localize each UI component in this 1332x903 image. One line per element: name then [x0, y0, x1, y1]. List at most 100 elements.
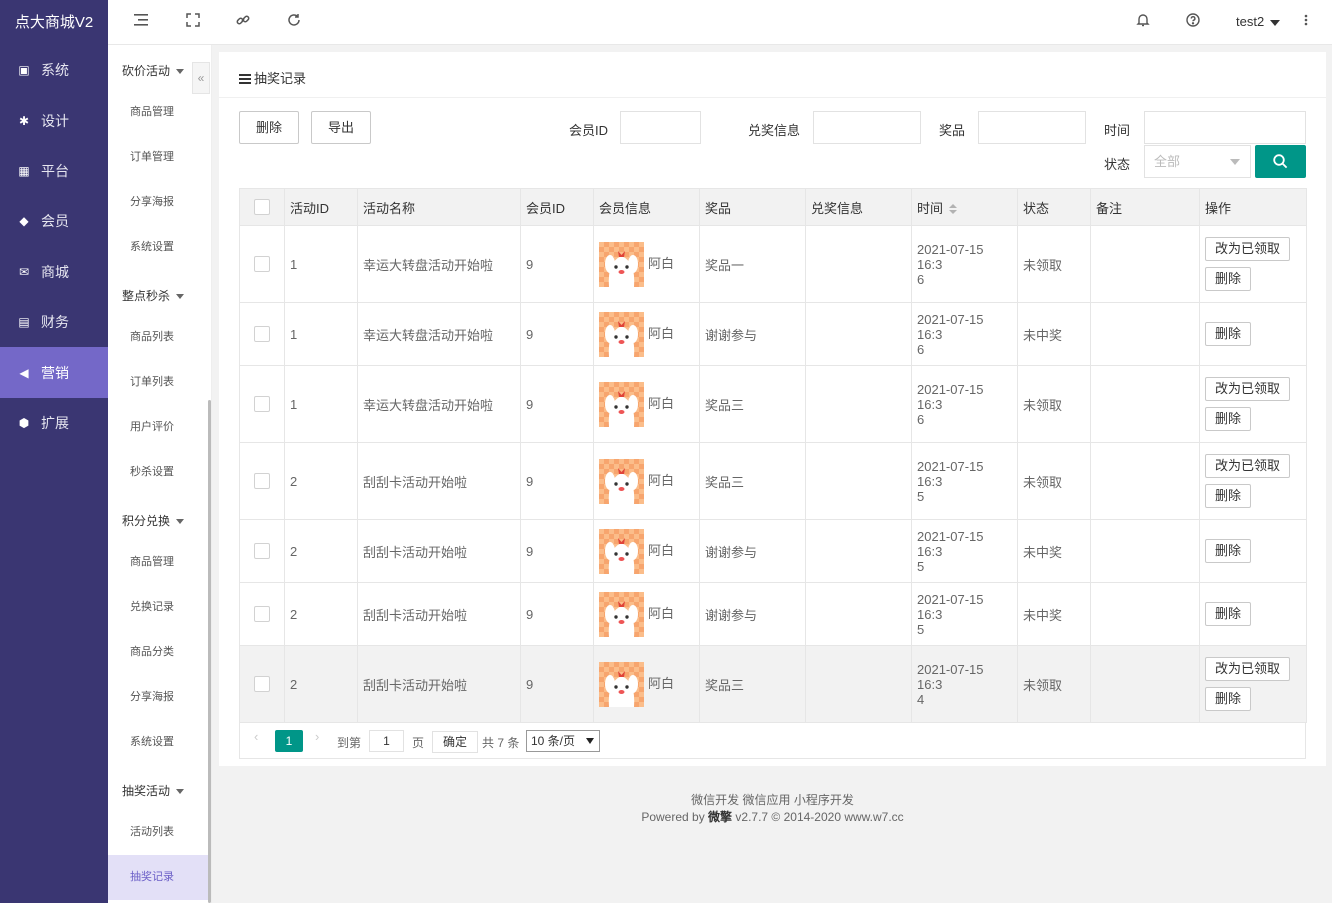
- fullscreen-icon[interactable]: [184, 13, 202, 31]
- remark-cell: [1090, 225, 1200, 303]
- mark-received-button[interactable]: 改为已领取: [1205, 237, 1291, 261]
- time-line-1: 2021-07-15 16:3: [917, 591, 984, 622]
- sub-nav-group-title: 抽奖活动: [122, 784, 171, 798]
- row-delete-button[interactable]: 删除: [1205, 687, 1252, 711]
- collapse-sidebar-button[interactable]: «: [192, 62, 210, 94]
- actions-cell: 改为已领取 删除: [1199, 442, 1307, 520]
- prize-cell: 奖品三: [699, 365, 806, 443]
- row-checkbox[interactable]: [254, 543, 270, 560]
- sub-nav-item[interactable]: 用户评价: [108, 405, 211, 450]
- sub-nav-item[interactable]: 订单管理: [108, 135, 211, 180]
- sub-nav-item[interactable]: 商品分类: [108, 630, 211, 675]
- sub-nav-group[interactable]: 整点秒杀: [108, 270, 211, 315]
- pagination: ‹ 1 › 到第 1 页 确定 共 7 条 10 条/页: [239, 723, 1306, 759]
- search-button[interactable]: [1255, 145, 1306, 178]
- row-checkbox[interactable]: [254, 256, 270, 273]
- sub-nav-item[interactable]: 系统设置: [108, 225, 211, 270]
- nav-item-2[interactable]: ▦ 平台: [0, 146, 108, 196]
- sub-nav-item[interactable]: 订单列表: [108, 360, 211, 405]
- goto-confirm-button[interactable]: 确定: [432, 731, 479, 753]
- sort-icon[interactable]: [949, 204, 958, 215]
- sub-nav-item[interactable]: 兑换记录: [108, 585, 211, 630]
- nav-item-6[interactable]: ◀ 营销: [0, 347, 108, 398]
- row-checkbox[interactable]: [254, 396, 270, 413]
- select-all-checkbox[interactable]: [254, 199, 270, 216]
- actions-cell: 改为已领取 删除: [1199, 365, 1307, 443]
- sub-nav-item[interactable]: 抽奖记录: [108, 855, 211, 900]
- brand-logo[interactable]: 点大商城V2: [0, 0, 108, 45]
- page-size-select[interactable]: 10 条/页: [526, 730, 600, 752]
- sub-nav-item[interactable]: 系统设置: [108, 720, 211, 765]
- page-1-button[interactable]: 1: [275, 730, 303, 752]
- time-line-2: 6: [917, 271, 925, 287]
- nav-item-1[interactable]: ✱ 设计: [0, 95, 108, 145]
- sub-nav-item[interactable]: 商品管理: [108, 540, 211, 585]
- nav-item-7[interactable]: ⬢ 扩展: [0, 398, 108, 448]
- sub-nav-group[interactable]: 积分兑换: [108, 495, 211, 540]
- nav-item-0[interactable]: ▣ 系统: [0, 45, 108, 95]
- bell-icon[interactable]: [1134, 13, 1152, 31]
- export-button[interactable]: 导出: [311, 111, 371, 144]
- footer-links-text[interactable]: 微信开发 微信应用 小程序开发: [691, 793, 854, 807]
- time-line-2: 6: [917, 411, 925, 427]
- more-icon[interactable]: [1297, 13, 1315, 31]
- row-checkbox[interactable]: [254, 326, 270, 343]
- mark-received-button[interactable]: 改为已领取: [1205, 454, 1291, 478]
- nav-item-4[interactable]: ✉ 商城: [0, 247, 108, 297]
- activity-name-cell: 刮刮卡活动开始啦: [357, 645, 521, 723]
- row-delete-button[interactable]: 删除: [1205, 484, 1252, 508]
- nav-item-5[interactable]: ▤ 财务: [0, 297, 108, 347]
- row-delete-button[interactable]: 删除: [1205, 539, 1252, 563]
- sub-nav-item[interactable]: 分享海报: [108, 675, 211, 720]
- exchange-info-input[interactable]: [813, 111, 921, 144]
- activity-id-cell: 1: [284, 302, 358, 366]
- menu-toggle-icon[interactable]: [133, 13, 151, 31]
- prize-cell: 谢谢参与: [699, 302, 806, 366]
- page-number-input[interactable]: 1: [369, 730, 404, 752]
- next-page-icon[interactable]: ›: [315, 729, 319, 744]
- grid-icon: ▦: [18, 163, 30, 178]
- sub-nav-group[interactable]: 抽奖活动: [108, 765, 211, 810]
- row-checkbox[interactable]: [254, 473, 270, 490]
- status-select[interactable]: 全部: [1144, 145, 1251, 178]
- row-checkbox[interactable]: [254, 606, 270, 623]
- row-delete-button[interactable]: 删除: [1205, 602, 1252, 626]
- sub-sidebar-scrollbar[interactable]: [208, 400, 211, 903]
- user-menu[interactable]: test2: [1236, 14, 1281, 29]
- footer-brand[interactable]: 微擎: [708, 810, 732, 824]
- table-row: 2 刮刮卡活动开始啦 9 阿白 谢谢参与 2021-07-15 16:3 5 未中奖 删除: [239, 582, 1307, 646]
- col-time[interactable]: 时间: [911, 188, 1018, 226]
- member-id-cell: 9: [520, 302, 594, 366]
- member-id-cell: 9: [520, 442, 594, 520]
- link-icon[interactable]: [234, 13, 252, 31]
- sub-nav-item[interactable]: 活动列表: [108, 810, 211, 855]
- mark-received-button[interactable]: 改为已领取: [1205, 377, 1291, 401]
- refresh-icon[interactable]: [285, 13, 303, 31]
- main-nav: ▣ 系统 ✱ 设计 ▦ 平台 ◆ 会员 ✉ 商城 ▤ 财务 ◀ 营销 ⬢ 扩展: [0, 45, 108, 448]
- time-input[interactable]: [1144, 111, 1306, 144]
- sub-nav-item[interactable]: 商品管理: [108, 90, 211, 135]
- nav-item-3[interactable]: ◆ 会员: [0, 196, 108, 246]
- row-delete-button[interactable]: 删除: [1205, 322, 1252, 346]
- row-checkbox[interactable]: [254, 676, 270, 693]
- member-id-input[interactable]: [620, 111, 701, 144]
- sub-nav-item[interactable]: 分享海报: [108, 180, 211, 225]
- help-icon[interactable]: [1184, 13, 1202, 31]
- sub-nav-item[interactable]: 秒杀设置: [108, 450, 211, 495]
- row-delete-button[interactable]: 删除: [1205, 407, 1252, 431]
- mark-received-button[interactable]: 改为已领取: [1205, 657, 1291, 681]
- time-line-1: 2021-07-15 16:3: [917, 661, 984, 692]
- row-delete-button[interactable]: 删除: [1205, 267, 1252, 291]
- page-size-value: 10 条/页: [531, 734, 576, 748]
- member-name: 阿白: [648, 605, 675, 621]
- records-table: 活动ID 活动名称 会员ID 会员信息 奖品 兑奖信息 时间 状态 备注 操作 …: [239, 188, 1307, 723]
- delete-button[interactable]: 删除: [239, 111, 299, 144]
- prize-input[interactable]: [978, 111, 1086, 144]
- content-card: 抽奖记录 删除 导出 会员ID 兑奖信息 奖品 时间 状态 全部 活动ID 活动…: [219, 52, 1326, 766]
- wallet-icon: ▤: [18, 315, 30, 330]
- chevron-down-icon: [176, 69, 185, 75]
- time-line-2: 5: [917, 621, 925, 637]
- prev-page-icon[interactable]: ‹: [254, 729, 258, 744]
- sub-nav-item[interactable]: 商品列表: [108, 315, 211, 360]
- nav-item-label: 营销: [41, 364, 69, 381]
